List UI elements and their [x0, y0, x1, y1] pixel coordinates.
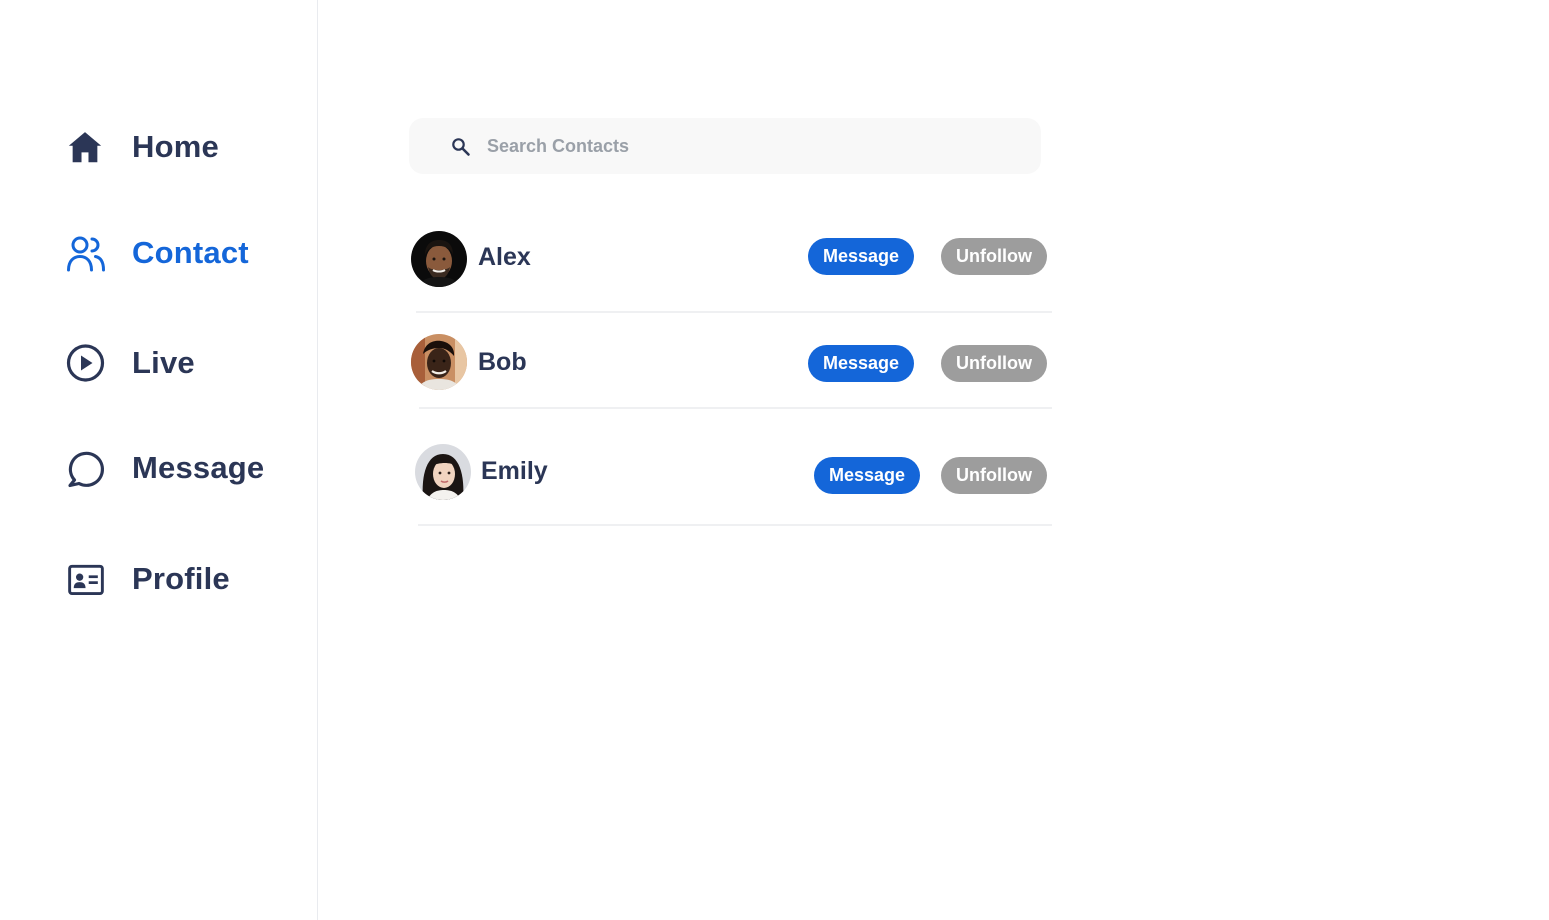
contact-name: Emily	[481, 457, 548, 485]
unfollow-button[interactable]: Unfollow	[941, 238, 1047, 275]
divider	[418, 524, 1052, 526]
search-bar	[409, 118, 1041, 174]
sidebar-item-label: Contact	[132, 235, 249, 270]
play-circle-icon	[66, 343, 106, 383]
sidebar: Home Contact Live Message Profile	[0, 0, 318, 920]
sidebar-item-live[interactable]: Live	[66, 341, 195, 385]
home-icon	[66, 127, 106, 167]
sidebar-item-message[interactable]: Message	[66, 446, 264, 490]
search-input[interactable]	[487, 118, 1007, 174]
unfollow-button[interactable]: Unfollow	[941, 345, 1047, 382]
chat-bubble-icon	[66, 448, 106, 488]
sidebar-item-home[interactable]: Home	[66, 125, 219, 169]
unfollow-button[interactable]: Unfollow	[941, 457, 1047, 494]
contact-name: Bob	[478, 348, 527, 376]
message-button[interactable]: Message	[814, 457, 920, 494]
users-icon	[66, 233, 106, 273]
sidebar-item-label: Profile	[132, 561, 230, 596]
app-window: Home Contact Live Message Profile Search…	[0, 0, 1549, 920]
id-card-icon	[66, 559, 106, 599]
divider	[416, 311, 1052, 313]
avatar	[415, 444, 471, 500]
search-icon	[451, 137, 471, 157]
sidebar-item-label: Message	[132, 450, 265, 485]
message-button[interactable]: Message	[808, 345, 914, 382]
contact-name: Alex	[478, 243, 531, 271]
avatar	[411, 334, 467, 390]
sidebar-item-label: Home	[132, 129, 219, 164]
message-button[interactable]: Message	[808, 238, 914, 275]
sidebar-item-profile[interactable]: Profile	[66, 557, 230, 601]
sidebar-item-contact[interactable]: Contact	[66, 231, 249, 275]
sidebar-item-label: Live	[132, 345, 195, 380]
divider	[419, 407, 1052, 409]
avatar	[411, 231, 467, 287]
